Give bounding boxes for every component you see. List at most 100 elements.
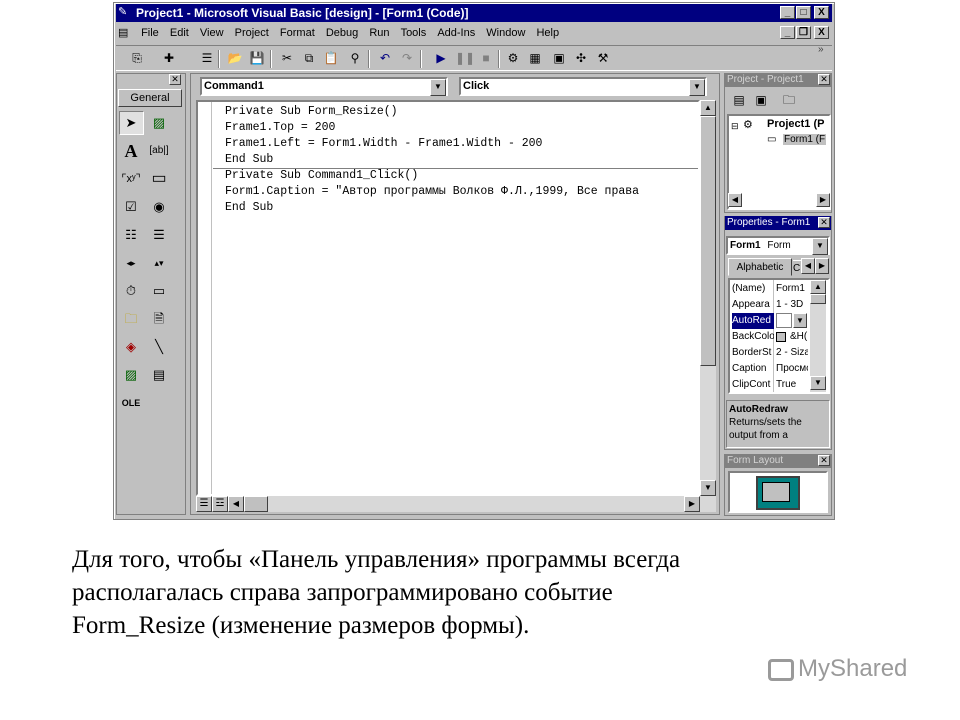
drivelistbox-icon[interactable]: ▭	[147, 280, 171, 302]
paste-icon[interactable]: 📋	[322, 50, 340, 66]
menu-edit[interactable]: Edit	[170, 23, 189, 43]
menu-window[interactable]: Window	[486, 23, 525, 43]
procedure-combo[interactable]: Click ▼	[459, 77, 707, 96]
scroll-left-icon[interactable]: ◀	[228, 496, 244, 512]
form-layout-icon[interactable]: ▣	[550, 50, 568, 66]
property-name[interactable]: (Name)	[732, 281, 774, 297]
toolbox-icon[interactable]: ⚒	[594, 50, 612, 66]
frame-icon[interactable]: ⌜xʸ⌝	[119, 168, 143, 190]
menu-run[interactable]: Run	[369, 23, 389, 43]
tree-expand-icon[interactable]: ⊟	[731, 121, 739, 132]
property-name[interactable]: Caption	[732, 361, 774, 377]
form-layout-close-button[interactable]: ✕	[818, 455, 830, 466]
properties-window-icon[interactable]: ▦	[526, 50, 544, 66]
menu-help[interactable]: Help	[536, 23, 559, 43]
property-value[interactable]: Form1	[776, 281, 808, 297]
property-value[interactable]: 1 - 3D	[776, 297, 808, 313]
save-icon[interactable]: 💾	[248, 50, 266, 66]
project-explorer-icon[interactable]: ⚙	[504, 50, 522, 66]
menu-editor-icon[interactable]: ☰	[198, 50, 216, 66]
view-code-icon[interactable]: ▤	[730, 92, 748, 108]
maximize-button[interactable]: □	[796, 6, 811, 19]
add-project-icon[interactable]: ⎘	[128, 50, 146, 66]
code-hscrollbar[interactable]	[196, 496, 716, 512]
break-icon[interactable]: ❚❚	[455, 50, 475, 66]
object-browser-icon[interactable]: ✣	[572, 50, 590, 66]
form-position-icon[interactable]	[762, 482, 790, 502]
image-icon[interactable]: ▨	[119, 364, 143, 386]
menu-project[interactable]: Project	[235, 23, 269, 43]
textbox-icon[interactable]: [ab|]	[147, 140, 171, 162]
vscrollbar-icon[interactable]: ▴▾	[147, 252, 171, 274]
properties-object-combo[interactable]: Form1 Form ▼	[726, 236, 830, 255]
project-explorer-close-button[interactable]: ✕	[818, 74, 830, 85]
cut-icon[interactable]: ✂	[278, 50, 296, 66]
doc-minimize-button[interactable]: _	[780, 26, 795, 39]
stop-icon[interactable]: ■	[477, 50, 495, 66]
tree-scroll-right-icon[interactable]: ▶	[816, 193, 830, 207]
line-icon[interactable]: ╲	[147, 336, 171, 358]
toolbox-general-tab[interactable]: General	[118, 89, 182, 107]
combobox-icon[interactable]: ☷	[119, 224, 143, 246]
full-module-view-icon[interactable]: ☲	[212, 496, 228, 512]
tab-scroll-right-icon[interactable]: ▶	[815, 258, 829, 274]
scroll-thumb[interactable]	[810, 294, 826, 304]
property-name[interactable]: BorderSt	[732, 345, 774, 361]
undo-icon[interactable]: ↶	[376, 50, 394, 66]
start-icon[interactable]: ▶	[432, 50, 450, 66]
copy-icon[interactable]: ⧉	[300, 50, 318, 66]
tree-scroll-left-icon[interactable]: ◀	[728, 193, 742, 207]
view-object-icon[interactable]: ▣	[752, 92, 770, 108]
procedure-view-icon[interactable]: ☰	[196, 496, 212, 512]
checkbox-icon[interactable]: ☑	[119, 196, 143, 218]
property-value-editor[interactable]	[776, 313, 792, 328]
toolbox-close-button[interactable]: ✕	[169, 74, 181, 85]
property-name[interactable]: BackColo	[732, 329, 774, 345]
shape-icon[interactable]: ◈	[119, 336, 143, 358]
property-value[interactable]: Просмс	[776, 361, 808, 377]
toggle-folders-icon[interactable]: 🗀	[780, 92, 798, 108]
menu-file[interactable]: File	[141, 23, 159, 43]
scroll-up-icon[interactable]: ▲	[810, 280, 826, 294]
scroll-right-icon[interactable]: ▶	[684, 496, 700, 512]
object-combo[interactable]: Command1 ▼	[200, 77, 448, 96]
filelistbox-icon[interactable]: 🗎	[147, 308, 171, 330]
command-button-icon[interactable]: ▭	[147, 168, 171, 190]
doc-restore-button[interactable]: ❐	[796, 26, 811, 39]
hscrollbar-icon[interactable]: ◂▸	[119, 252, 143, 274]
chevron-down-icon[interactable]: ▼	[793, 313, 807, 328]
project-root[interactable]: Project1 (P	[767, 118, 824, 130]
scroll-down-icon[interactable]: ▼	[700, 480, 716, 496]
menu-format[interactable]: Format	[280, 23, 315, 43]
label-icon[interactable]: A	[119, 140, 143, 162]
picturebox-icon[interactable]: ▨	[147, 112, 171, 134]
data-control-icon[interactable]: ▤	[147, 364, 171, 386]
find-icon[interactable]: ⚲	[346, 50, 364, 66]
chevron-down-icon[interactable]: ▼	[689, 79, 705, 96]
chevron-down-icon[interactable]: ▼	[430, 79, 446, 96]
dirlistbox-icon[interactable]: 🗀	[119, 308, 143, 330]
property-value[interactable]: True	[776, 377, 808, 393]
pointer-icon[interactable]: ➤	[119, 112, 143, 134]
close-button[interactable]: X	[814, 6, 829, 19]
scroll-down-icon[interactable]: ▼	[810, 376, 826, 390]
toolbar-overflow-icon[interactable]: »	[818, 44, 824, 55]
timer-icon[interactable]: ⏱	[119, 280, 143, 302]
chevron-down-icon[interactable]: ▼	[812, 238, 828, 255]
menu-view[interactable]: View	[200, 23, 224, 43]
project-form-node[interactable]: Form1 (F	[783, 134, 827, 145]
redo-icon[interactable]: ↷	[398, 50, 416, 66]
tab-alphabetic[interactable]: Alphabetic	[728, 258, 792, 276]
menu-debug[interactable]: Debug	[326, 23, 358, 43]
property-name[interactable]: ClipCont	[732, 377, 774, 393]
properties-close-button[interactable]: ✕	[818, 217, 830, 228]
menu-add-ins[interactable]: Add-Ins	[437, 23, 475, 43]
ole-icon[interactable]: OLE	[119, 392, 143, 414]
hscroll-thumb[interactable]	[244, 496, 268, 512]
listbox-icon[interactable]: ☰	[147, 224, 171, 246]
minimize-button[interactable]: _	[780, 6, 795, 19]
property-value[interactable]: 2 - Siza	[776, 345, 808, 361]
scroll-up-icon[interactable]: ▲	[700, 100, 716, 116]
property-name-selected[interactable]: AutoRed	[732, 313, 774, 329]
property-name[interactable]: Appeara	[732, 297, 774, 313]
